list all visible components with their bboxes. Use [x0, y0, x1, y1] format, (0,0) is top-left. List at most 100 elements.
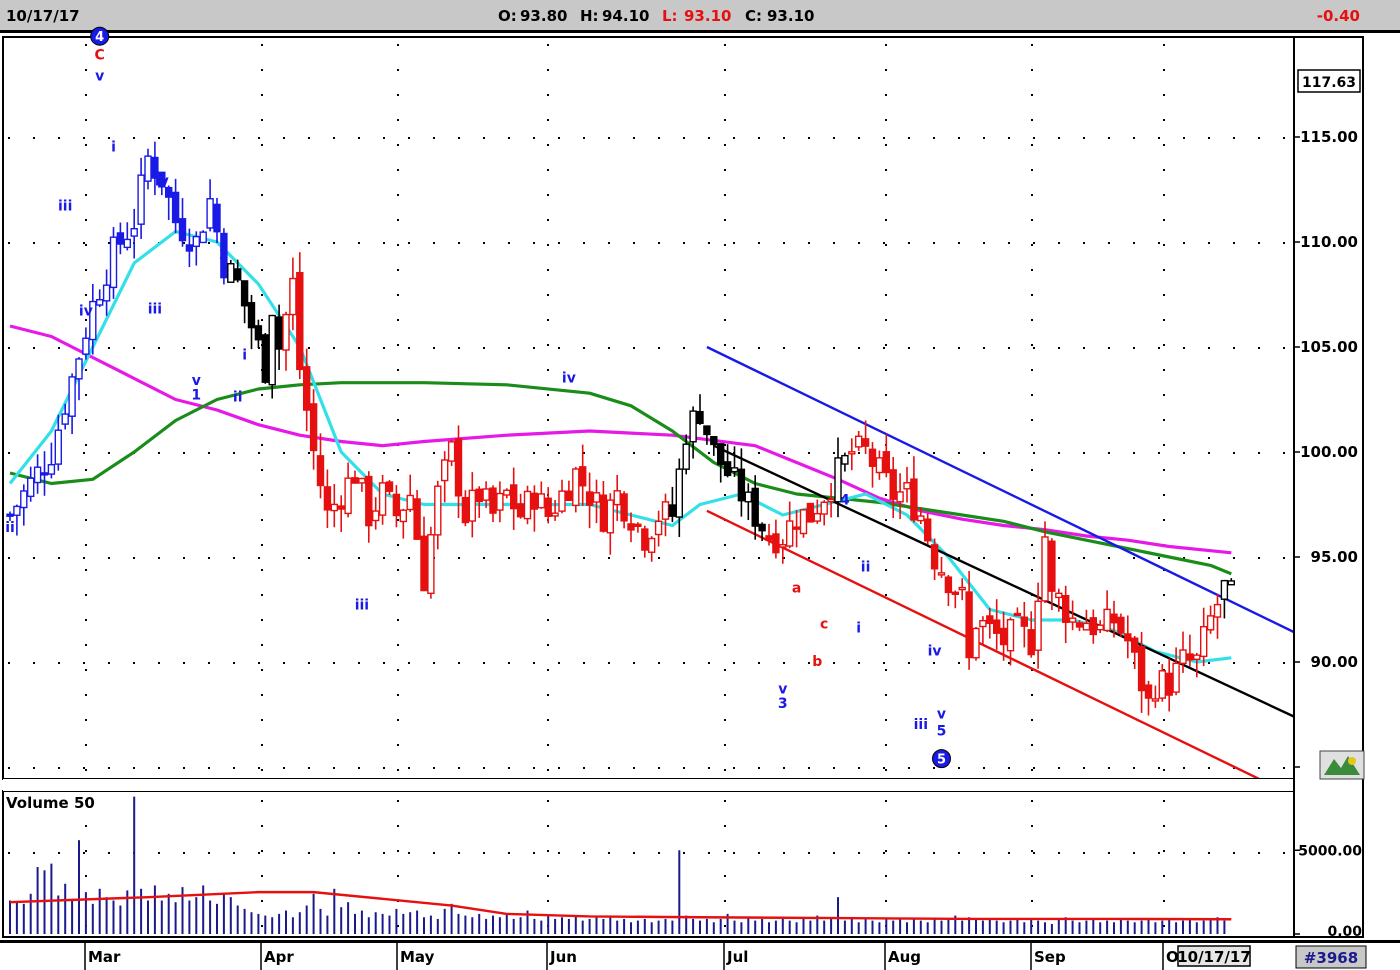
- candle-body: [972, 627, 980, 659]
- candle-body: [468, 489, 476, 522]
- header-date: 10/17/17: [6, 7, 80, 25]
- wave-label: iv: [79, 304, 93, 320]
- cursor-date: 10/17/17: [1177, 948, 1251, 966]
- candle-body: [661, 501, 670, 520]
- candle-body: [130, 228, 138, 237]
- candle-body: [178, 218, 187, 242]
- candle-body: [710, 436, 718, 446]
- candle-body: [1220, 579, 1229, 600]
- candle-body: [703, 425, 711, 436]
- month-label: Sep: [1034, 948, 1066, 966]
- wave-label: iv: [562, 371, 576, 387]
- candle-body: [137, 174, 145, 225]
- wave-label: b: [812, 654, 822, 670]
- volume-ma-line: [9, 890, 1232, 921]
- candle-body: [1193, 654, 1201, 661]
- candle-body: [1186, 653, 1194, 661]
- candle-body: [261, 334, 269, 383]
- candle-body: [627, 523, 635, 531]
- month-label: Mar: [88, 948, 121, 966]
- candle-body: [1206, 615, 1215, 631]
- candle-body: [227, 263, 235, 283]
- stock-chart[interactable]: 10/17/17 O: 93.80 H: 94.10 L: 93.10 C: 9…: [0, 0, 1400, 970]
- candle-body: [447, 441, 456, 462]
- wave-label: ii: [233, 390, 243, 406]
- candle-body: [1130, 637, 1139, 653]
- price-tick-label: 95.00: [1311, 548, 1358, 566]
- candle-body: [558, 490, 566, 512]
- candle-body: [503, 489, 511, 496]
- month-label: Jun: [549, 948, 577, 966]
- candle-body: [1006, 618, 1015, 652]
- candle-body: [772, 533, 780, 554]
- candle-body: [296, 271, 304, 371]
- wave-label: i: [242, 348, 247, 364]
- candle-body: [1117, 616, 1125, 634]
- candle-body: [323, 486, 332, 511]
- candle-body: [641, 528, 649, 551]
- chart-id: #3968: [1304, 949, 1358, 967]
- month-axis: Mar Apr May Jun Jul Aug Sep O: [84, 943, 1179, 970]
- month-label: Jul: [726, 948, 748, 966]
- candle-body: [523, 490, 532, 520]
- candle-body: [668, 504, 677, 517]
- trendline-black: [713, 444, 1293, 718]
- candle-body: [792, 526, 801, 530]
- candle-body: [868, 448, 877, 467]
- candle-body: [1089, 617, 1098, 636]
- candle-body: [1151, 698, 1160, 702]
- candle-body: [47, 464, 56, 475]
- candle-body: [786, 520, 794, 547]
- candle-body: [813, 512, 821, 522]
- candle-body: [95, 299, 104, 306]
- price-tick-label: 115.00: [1300, 128, 1358, 146]
- candle-body: [999, 627, 1008, 646]
- volume-bars: [9, 796, 1232, 934]
- candle-body: [461, 496, 470, 524]
- candle-body: [654, 520, 663, 536]
- wave-label: v: [192, 373, 201, 389]
- candle-body: [68, 376, 76, 417]
- candle-body: [427, 534, 435, 595]
- header-high-label: H:: [580, 7, 599, 25]
- candle-body: [758, 523, 766, 532]
- candle-body: [965, 591, 973, 659]
- candle-body: [420, 535, 428, 592]
- candle-body: [206, 198, 214, 229]
- candle-body: [1034, 600, 1042, 651]
- candle-body: [572, 468, 580, 507]
- header-divider: [0, 30, 1400, 33]
- candle-body: [544, 497, 552, 517]
- zoom-icon[interactable]: [1319, 750, 1365, 780]
- candle-body: [903, 482, 911, 490]
- header-open-label: O:: [498, 7, 517, 25]
- candle-body: [944, 576, 953, 594]
- wave-label: i: [856, 621, 861, 637]
- price-tick-label: 100.00: [1300, 443, 1358, 461]
- candle-body: [537, 493, 545, 509]
- price-tick-label: 90.00: [1311, 653, 1358, 671]
- candle-body: [54, 429, 62, 465]
- candle-body: [40, 472, 49, 476]
- wave-label: iii: [355, 598, 369, 614]
- candle-body: [406, 494, 414, 511]
- candle-body: [979, 619, 987, 628]
- candle-body: [282, 313, 290, 351]
- candle-body: [613, 490, 621, 506]
- wave-label: 4: [840, 493, 850, 509]
- header-high-value: 94.10: [602, 7, 649, 25]
- candle-body: [930, 544, 939, 570]
- price-axis-area: [1293, 36, 1364, 938]
- wave-label: 2: [219, 247, 229, 263]
- candle-body: [268, 314, 276, 386]
- candle-body: [102, 284, 111, 302]
- candle-body: [606, 499, 614, 534]
- candle-body: [723, 461, 732, 477]
- candle-body: [75, 358, 83, 380]
- candle-body: [144, 155, 152, 182]
- candle-body: [489, 487, 497, 514]
- candle-body: [385, 481, 394, 492]
- candle-body: [730, 467, 739, 473]
- price-panel[interactable]: [2, 36, 1295, 780]
- candle-body: [779, 544, 787, 548]
